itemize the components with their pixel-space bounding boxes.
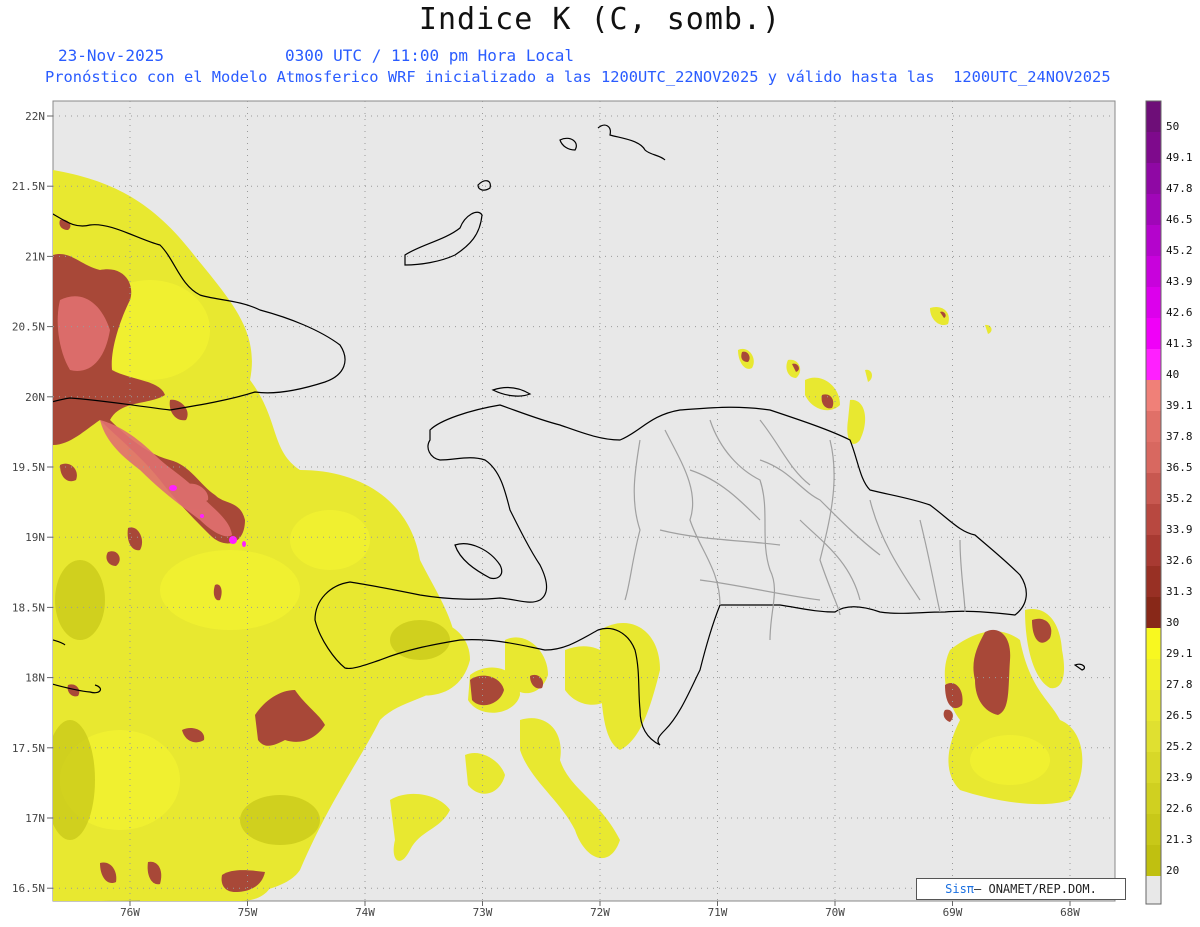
colorbar-swatch	[1146, 535, 1161, 566]
colorbar-swatch	[1146, 101, 1161, 132]
lon-label: 71W	[708, 906, 728, 919]
lon-label: 72W	[590, 906, 610, 919]
colorbar-swatch	[1146, 411, 1161, 442]
colorbar-label: 45.2	[1166, 244, 1193, 257]
colorbar-swatch	[1146, 504, 1161, 535]
colorbar-swatch	[1146, 349, 1161, 380]
colorbar-empty-swatch	[1146, 876, 1161, 904]
colorbar-label: 25.2	[1166, 740, 1193, 753]
colorbar-swatch	[1146, 442, 1161, 473]
colorbar-label: 36.5	[1166, 461, 1193, 474]
colorbar-label: 40	[1166, 368, 1179, 381]
colorbar-label: 33.9	[1166, 523, 1193, 536]
lat-label: 21.5N	[12, 180, 45, 193]
colorbar-label: 32.6	[1166, 554, 1193, 567]
lat-label: 17N	[25, 812, 45, 825]
lat-label: 18N	[25, 672, 45, 685]
lon-label: 70W	[825, 906, 845, 919]
colorbar-swatch	[1146, 318, 1161, 349]
colorbar-label: 47.8	[1166, 182, 1193, 195]
colorbar-label: 42.6	[1166, 306, 1193, 319]
colorbar-label: 35.2	[1166, 492, 1193, 505]
colorbar-label: 39.1	[1166, 399, 1193, 412]
colorbar-swatch	[1146, 597, 1161, 628]
colorbar-label: 46.5	[1166, 213, 1193, 226]
lon-label: 73W	[473, 906, 493, 919]
weather-map: 22N 21.5N 21N 20.5N 20N 19.5N 19N 18.5N 18N 17.5N…	[12, 100, 1193, 919]
lat-label: 17.5N	[12, 742, 45, 755]
lon-label: 69W	[943, 906, 963, 919]
credit-text: – ONAMET/REP.DOM.	[974, 882, 1097, 896]
colorbar-label: 49.1	[1166, 151, 1193, 164]
colorbar-swatch	[1146, 473, 1161, 504]
colorbar-swatch	[1146, 287, 1161, 318]
colorbar-swatch	[1146, 721, 1161, 752]
colorbar-label: 23.9	[1166, 771, 1193, 784]
colorbar-label: 50	[1166, 120, 1179, 133]
colorbar-swatch	[1146, 132, 1161, 163]
longitude-labels: 76W 75W 74W 73W 72W 71W 70W 69W 68W	[120, 901, 1080, 919]
colorbar-label: 41.3	[1166, 337, 1193, 350]
lat-label: 19N	[25, 531, 45, 544]
lat-label: 16.5N	[12, 882, 45, 895]
lon-label: 74W	[355, 906, 375, 919]
colorbar-swatch	[1146, 814, 1161, 845]
lat-label: 22N	[25, 110, 45, 123]
colorbar-swatch	[1146, 566, 1161, 597]
colorbar-label: 21.3	[1166, 833, 1193, 846]
lat-label: 20.5N	[12, 321, 45, 334]
colorbar-swatch	[1146, 628, 1161, 659]
colorbar-label: 43.9	[1166, 275, 1193, 288]
credit-box: Sisπ– ONAMET/REP.DOM.	[916, 878, 1126, 900]
colorbar-label: 31.3	[1166, 585, 1193, 598]
colorbar-label: 29.1	[1166, 647, 1193, 660]
colorbar-swatch	[1146, 783, 1161, 814]
lat-label: 20N	[25, 391, 45, 404]
credit-brand: Sisπ	[945, 882, 975, 896]
colorbar-label: 27.8	[1166, 678, 1193, 691]
colorbar-label: 20	[1166, 864, 1179, 877]
lon-label: 75W	[238, 906, 258, 919]
lat-label: 18.5N	[12, 601, 45, 614]
colorbar-label: 37.8	[1166, 430, 1193, 443]
colorbar-swatch	[1146, 690, 1161, 721]
lon-label: 68W	[1060, 906, 1080, 919]
colorbar-swatch	[1146, 752, 1161, 783]
colorbar-label: 30	[1166, 616, 1179, 629]
colorbar-swatch	[1146, 659, 1161, 690]
colorbar-label: 26.5	[1166, 709, 1193, 722]
colorbar-swatch	[1146, 163, 1161, 194]
colorbar: 50 49.1 47.8 46.5 45.2 43.9 42.6 41.3 40 39.1 37.8…	[1145, 100, 1193, 905]
lat-label: 21N	[25, 250, 45, 263]
latitude-labels: 22N 21.5N 21N 20.5N 20N 19.5N 19N 18.5N 18N 17.5N…	[12, 110, 53, 895]
colorbar-swatch	[1146, 256, 1161, 287]
colorbar-label: 22.6	[1166, 802, 1193, 815]
lon-label: 76W	[120, 906, 140, 919]
colorbar-swatch	[1146, 380, 1161, 411]
colorbar-swatch	[1146, 225, 1161, 256]
colorbar-swatch	[1146, 194, 1161, 225]
colorbar-swatch	[1146, 845, 1161, 876]
lat-label: 19.5N	[12, 461, 45, 474]
